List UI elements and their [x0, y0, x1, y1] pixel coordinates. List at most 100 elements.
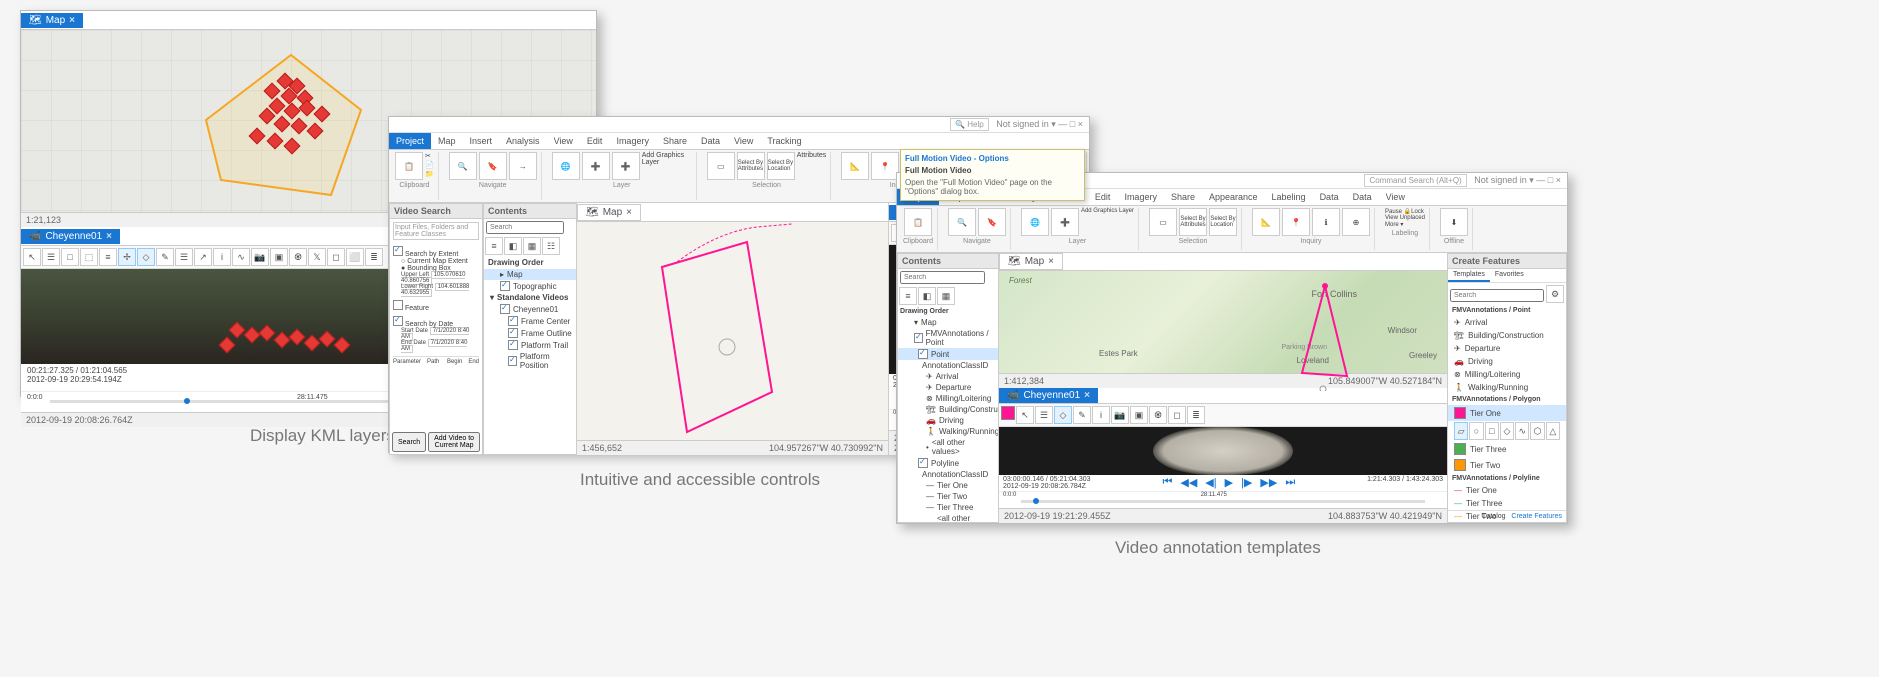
- tree-item[interactable]: Topographic: [484, 280, 576, 292]
- cur-extent-radio[interactable]: Current Map Extent: [407, 258, 468, 265]
- selectloc-button[interactable]: Select By Location: [767, 152, 795, 180]
- map-canvas[interactable]: Forest Fort Collins Windsor Greeley Este…: [999, 271, 1447, 373]
- tool-btn[interactable]: i: [213, 248, 231, 266]
- b[interactable]: ℹ: [1312, 208, 1340, 236]
- i[interactable]: FMVAnnotations / Point: [898, 328, 998, 348]
- map-tab[interactable]: 🗺 Map ×: [999, 253, 1063, 270]
- feat[interactable]: — Tier One: [1448, 484, 1566, 497]
- tab-map[interactable]: Map: [431, 133, 463, 149]
- tab-data[interactable]: Data: [694, 133, 727, 149]
- b[interactable]: 🌐: [1021, 208, 1049, 236]
- catalog-tab[interactable]: Catalog: [1481, 513, 1505, 520]
- video-player[interactable]: [999, 427, 1447, 475]
- tool-btn[interactable]: 📷: [251, 248, 269, 266]
- feat[interactable]: Tier Three: [1448, 441, 1566, 457]
- explore-button[interactable]: 🔍: [449, 152, 477, 180]
- i[interactable]: — <all other values>: [898, 513, 998, 523]
- b[interactable]: ⏭: [1285, 476, 1295, 490]
- i[interactable]: ✈ Arrival: [898, 371, 998, 382]
- goto-button[interactable]: →: [509, 152, 537, 180]
- search[interactable]: [900, 271, 985, 284]
- tool-btn[interactable]: ☰: [42, 248, 60, 266]
- b[interactable]: Select ByLocation: [1209, 208, 1237, 236]
- cmd-search[interactable]: Command Search (Alt+Q): [1364, 174, 1466, 187]
- t[interactable]: ▣: [1130, 406, 1148, 424]
- t[interactable]: i: [1092, 406, 1110, 424]
- feature-chk[interactable]: Feature: [405, 305, 429, 312]
- tool-btn[interactable]: ♼: [289, 248, 307, 266]
- tool-btn[interactable]: ✢: [118, 248, 136, 266]
- feat[interactable]: Tier Two: [1448, 457, 1566, 473]
- signin-label[interactable]: Not signed in: [996, 119, 1049, 129]
- tree-item[interactable]: Frame Outline: [484, 327, 576, 339]
- selectattr-button[interactable]: Select By Attributes: [737, 152, 765, 180]
- by-extent-chk[interactable]: Search by Extent: [405, 251, 458, 258]
- feat[interactable]: 🚗 Driving: [1448, 355, 1566, 368]
- tool-btn[interactable]: ∿: [232, 248, 250, 266]
- video-tab[interactable]: 📹 Cheyenne01 ×: [999, 388, 1098, 403]
- feat[interactable]: ✈ Departure: [1448, 342, 1566, 355]
- tree-item[interactable]: Platform Trail: [484, 339, 576, 351]
- b[interactable]: ⏮: [1162, 476, 1172, 490]
- t[interactable]: Labeling: [1265, 189, 1313, 205]
- b[interactable]: ○: [1469, 422, 1483, 440]
- close-icon[interactable]: ×: [69, 15, 75, 26]
- select-button[interactable]: ▭: [707, 152, 735, 180]
- b[interactable]: ⬡: [1530, 422, 1544, 440]
- t[interactable]: Data: [1346, 189, 1379, 205]
- i[interactable]: ⊗ Milling/Loitering: [898, 393, 998, 404]
- help-search[interactable]: 🔍 Help: [950, 118, 989, 131]
- b[interactable]: ▭: [1149, 208, 1177, 236]
- contents-search[interactable]: [486, 221, 564, 234]
- tree-item[interactable]: ▸ Map: [484, 269, 576, 280]
- t[interactable]: View: [1379, 189, 1412, 205]
- tree-item[interactable]: Frame Center: [484, 315, 576, 327]
- t[interactable]: Data: [1313, 189, 1346, 205]
- i[interactable]: Point: [898, 348, 998, 360]
- feat[interactable]: 🏗 Building/Construction: [1448, 329, 1566, 342]
- b[interactable]: 📐: [1252, 208, 1280, 236]
- map-tab[interactable]: 🗺 Map ×: [21, 13, 83, 28]
- t[interactable]: ◇: [1054, 406, 1072, 424]
- b[interactable]: ▶▶: [1260, 476, 1277, 490]
- b[interactable]: △: [1546, 422, 1560, 440]
- vs-input[interactable]: Input Files, Folders and Feature Classes: [393, 222, 479, 240]
- feat[interactable]: ⊗ Milling/Loitering: [1448, 368, 1566, 381]
- view-btn[interactable]: ☷: [542, 237, 560, 255]
- i[interactable]: ✈ Departure: [898, 382, 998, 393]
- b[interactable]: ◇: [1500, 422, 1514, 440]
- b[interactable]: 📋: [904, 208, 932, 236]
- i[interactable]: Polyline: [898, 457, 998, 469]
- measure-button[interactable]: 📐: [841, 152, 869, 180]
- b[interactable]: 📍: [1282, 208, 1310, 236]
- tool-btn[interactable]: ☰: [175, 248, 193, 266]
- i[interactable]: 🏗 Building/Construction: [898, 404, 998, 415]
- feat-search[interactable]: [1450, 289, 1544, 302]
- tab-insert[interactable]: Insert: [463, 133, 500, 149]
- addgraphics-label[interactable]: Add Graphics Layer: [642, 152, 692, 180]
- t[interactable]: ≣: [1187, 406, 1205, 424]
- video-tab[interactable]: 📹 Cheyenne01 ×: [21, 229, 120, 244]
- t[interactable]: ☰: [1035, 406, 1053, 424]
- tool-btn[interactable]: ▣: [270, 248, 288, 266]
- cf-tab[interactable]: Create Features: [1511, 513, 1562, 520]
- tab-project[interactable]: Project: [389, 133, 431, 149]
- b[interactable]: ▦: [937, 287, 955, 305]
- tree-item[interactable]: ▾ Standalone Videos: [484, 292, 576, 303]
- i[interactable]: 🚶 Walking/Running: [898, 426, 998, 437]
- tab-tracking[interactable]: Tracking: [760, 133, 808, 149]
- i[interactable]: 🚗 Driving: [898, 415, 998, 426]
- i[interactable]: AnnotationClassID: [898, 469, 998, 480]
- b[interactable]: ◀◀: [1180, 476, 1197, 490]
- tool-btn[interactable]: ≣: [365, 248, 383, 266]
- b[interactable]: ∿: [1515, 422, 1529, 440]
- close-icon[interactable]: ×: [106, 231, 112, 242]
- tree-item[interactable]: Cheyenne01: [484, 303, 576, 315]
- t[interactable]: Share: [1164, 189, 1202, 205]
- b[interactable]: ⬇: [1440, 208, 1468, 236]
- b[interactable]: ➕: [1051, 208, 1079, 236]
- bookmark-button[interactable]: 🔖: [479, 152, 507, 180]
- b[interactable]: |▶: [1241, 476, 1252, 490]
- tab-analysis[interactable]: Analysis: [499, 133, 547, 149]
- tool-btn[interactable]: 𝕏: [308, 248, 326, 266]
